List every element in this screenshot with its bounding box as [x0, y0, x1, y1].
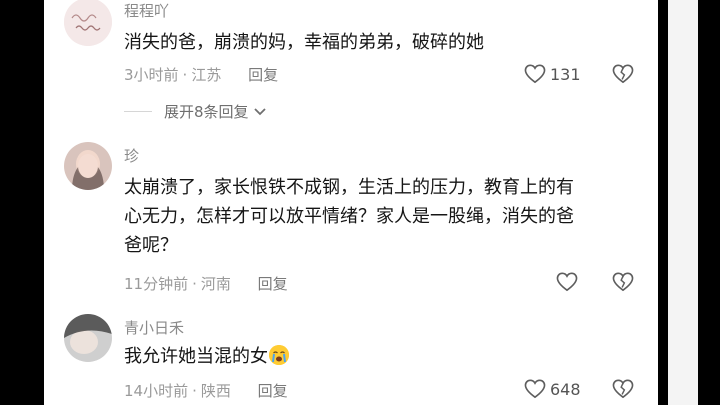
broken-heart-outline-icon	[612, 64, 634, 84]
avatar-portrait-image	[64, 142, 112, 190]
left-letterbox	[0, 0, 44, 405]
comment-meta: 11分钟前 · 河南 回复	[124, 273, 288, 294]
username[interactable]: 程程吖	[124, 0, 169, 21]
location: 陕西	[200, 382, 231, 400]
expand-replies-label: 展开8条回复	[164, 103, 249, 121]
comment-meta: 14小时前 · 陕西 回复	[124, 380, 288, 401]
reply-button[interactable]: 回复	[248, 66, 278, 84]
avatar-handwriting-image	[64, 0, 112, 46]
meta-separator: ·	[192, 382, 197, 400]
location: 江苏	[191, 66, 222, 84]
comment-list[interactable]: 程程吖 消失的爸，崩溃的妈，幸福的弟弟，破碎的她 3小时前 · 江苏 回复 131 …	[44, 0, 658, 405]
comment-text: 太崩溃了，家长恨铁不成钢，生活上的压力，教育上的有 心无力，怎样才可以放平情绪？…	[124, 173, 644, 260]
like-button[interactable]: 131	[524, 64, 581, 84]
location: 河南	[200, 275, 231, 293]
crying-face-emoji	[269, 345, 289, 365]
scroll-strip	[668, 0, 698, 405]
comment-text: 消失的爸，崩溃的妈，幸福的弟弟，破碎的她	[124, 32, 484, 53]
avatar-photo-image	[64, 314, 112, 362]
comment-text-line: 太崩溃了，家长恨铁不成钢，生活上的压力，教育上的有	[124, 177, 574, 198]
avatar[interactable]	[64, 314, 112, 362]
chevron-down-icon	[253, 107, 266, 115]
comment-meta: 3小时前 · 江苏 回复	[124, 64, 278, 85]
comment-text: 我允许她当混的女	[124, 342, 644, 371]
heart-outline-icon	[556, 272, 578, 292]
dislike-button[interactable]	[612, 379, 634, 403]
avatar[interactable]	[64, 0, 112, 46]
like-button[interactable]: 648	[524, 379, 581, 399]
meta-separator: ·	[192, 275, 197, 293]
timestamp: 14小时前	[124, 382, 189, 400]
reply-button[interactable]: 回复	[258, 382, 288, 400]
right-letterbox	[658, 0, 720, 405]
heart-outline-icon	[524, 64, 546, 84]
meta-separator: ·	[182, 66, 188, 84]
comment-text-body: 我允许她当混的女	[124, 346, 268, 367]
like-button[interactable]	[556, 272, 578, 292]
dislike-button[interactable]	[612, 272, 634, 296]
like-count: 648	[550, 379, 581, 399]
timestamp: 11分钟前	[124, 275, 189, 293]
broken-heart-outline-icon	[612, 379, 634, 399]
expand-replies-button[interactable]: 展开8条回复	[124, 101, 267, 122]
username[interactable]: 珍	[124, 145, 139, 166]
like-count: 131	[550, 64, 581, 84]
heart-outline-icon	[524, 379, 546, 399]
username[interactable]: 青小日禾	[124, 317, 184, 338]
comment-text-line: 心无力，怎样才可以放平情绪？家人是一股绳，消失的爸	[124, 206, 574, 227]
timestamp: 3小时前	[124, 66, 179, 84]
comment-text-line: 爸呢？	[124, 235, 178, 256]
reply-button[interactable]: 回复	[258, 275, 288, 293]
dislike-button[interactable]	[612, 64, 634, 88]
broken-heart-outline-icon	[612, 272, 634, 292]
expand-divider	[124, 111, 152, 112]
avatar[interactable]	[64, 142, 112, 190]
